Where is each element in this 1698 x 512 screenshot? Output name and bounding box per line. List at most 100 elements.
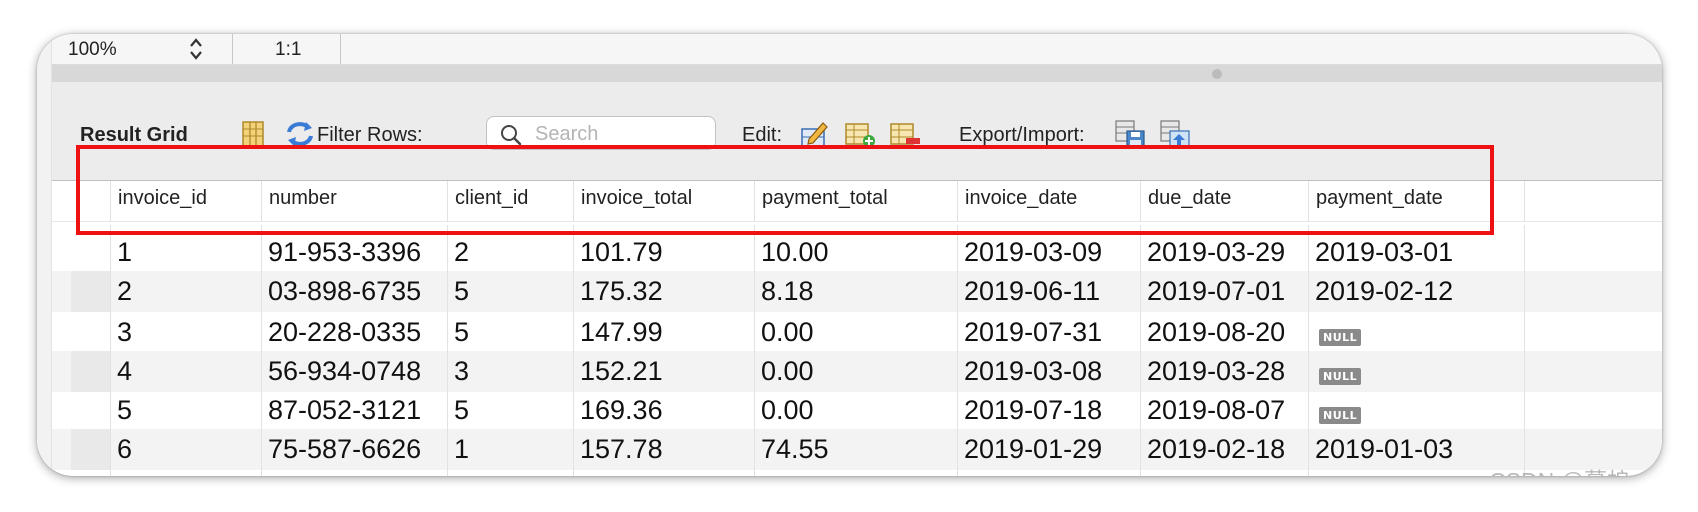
null-badge: NULL [1319,407,1362,424]
export-import-label: Export/Import: [959,124,1085,146]
cell-invoice-total[interactable]: 101.79 [573,225,754,271]
cell-invoice-date[interactable]: 2019-07-18 [957,390,1140,431]
column-header-number[interactable]: number [261,181,447,221]
cell-payment-total[interactable]: 0.00 [754,312,957,353]
status-bar: 100% 1:1 [52,34,1662,65]
zoom-level[interactable]: 100% [68,39,117,61]
grid-columns-icon[interactable] [237,119,269,149]
row-selector[interactable] [71,468,111,476]
splitter-handle[interactable] [1212,69,1222,79]
cell-invoice-date[interactable]: 2019-07-31 [957,312,1140,353]
cell-invoice-id[interactable]: 2 [110,271,261,312]
table-row[interactable]: 6 75-587-6626 1 157.78 74.55 2019-01-29 2019-0… [52,429,1662,470]
cell-invoice-total[interactable]: 147.99 [573,312,754,353]
filter-search-box[interactable] [486,116,716,150]
empty-cell [1524,390,1662,431]
row-selector[interactable] [71,390,111,431]
cell-payment-total[interactable]: 0.00 [754,468,957,476]
cell-payment-total[interactable]: 74.55 [754,429,957,470]
cell-due-date[interactable]: 2019-07-01 [1140,271,1308,312]
cell-number[interactable]: 91-953-3396 [261,225,447,271]
table-row[interactable]: 2 03-898-6735 5 175.32 8.18 2019-06-11 2019-07… [52,271,1662,312]
cell-due-date[interactable]: 2019-02-18 [1140,429,1308,470]
result-grid[interactable]: invoice_id number client_id invoice_tota… [52,181,1662,476]
empty-cell [1524,312,1662,353]
edit-row-icon[interactable] [799,119,831,149]
add-row-icon[interactable] [844,119,876,149]
cell-invoice-id[interactable]: 3 [110,312,261,353]
cell-invoice-id[interactable]: 4 [110,351,261,392]
cell-due-date[interactable]: 2019-03-28 [1140,351,1308,392]
table-row[interactable]: 4 56-934-0748 3 152.21 0.00 2019-03-08 2019-03… [52,351,1662,392]
cell-invoice-date[interactable]: 2019-09-04 [957,468,1140,476]
cell-number[interactable]: 75-587-6626 [261,429,447,470]
column-header-payment-date[interactable]: payment_date [1308,181,1524,221]
cell-client-id[interactable]: 2 [447,225,573,271]
column-header-invoice-id[interactable]: invoice_id [110,181,261,221]
empty-cell [1524,225,1662,271]
cell-payment-total[interactable]: 0.00 [754,390,957,431]
cell-number[interactable]: 20-228-0335 [261,312,447,353]
column-header-payment-total[interactable]: payment_total [754,181,957,221]
cell-invoice-date[interactable]: 2019-01-29 [957,429,1140,470]
refresh-icon[interactable] [284,119,316,149]
cell-client-id[interactable]: 5 [447,390,573,431]
zoom-stepper-icon[interactable] [186,36,206,62]
result-toolbar: Result Grid Filter Rows: Edit: [52,82,1662,181]
cell-invoice-total[interactable]: 175.32 [573,271,754,312]
cell-invoice-date[interactable]: 2019-03-09 [957,225,1140,271]
cell-number[interactable]: 87-052-3121 [261,390,447,431]
table-row[interactable]: 5 87-052-3121 5 169.36 0.00 2019-07-18 2019-08… [52,390,1662,431]
import-icon[interactable] [1159,119,1191,149]
empty-cell [1524,271,1662,312]
cell-payment-date[interactable]: NULL [1308,351,1524,392]
cell-due-date[interactable]: 2019-08-20 [1140,312,1308,353]
row-selector[interactable] [71,312,111,353]
cell-invoice-date[interactable]: 2019-03-08 [957,351,1140,392]
cell-due-date[interactable]: 2019-08-07 [1140,390,1308,431]
cell-invoice-total[interactable]: 157.78 [573,429,754,470]
cell-due-date[interactable]: 2019-09-24 [1140,468,1308,476]
cell-payment-date[interactable]: 2019-03-01 [1308,225,1524,271]
row-selector[interactable] [71,351,111,392]
cell-number[interactable]: 03-898-6735 [261,271,447,312]
cell-invoice-id[interactable]: 7 [110,468,261,476]
cell-payment-date[interactable]: NULL [1308,390,1524,431]
cell-invoice-total[interactable]: 152.21 [573,351,754,392]
cell-client-id[interactable]: 1 [447,429,573,470]
row-selector[interactable] [71,225,111,271]
cell-payment-date[interactable]: 2019-02-12 [1308,271,1524,312]
cell-invoice-id[interactable]: 1 [110,225,261,271]
search-input[interactable] [533,121,707,147]
row-selector[interactable] [71,271,111,312]
cell-invoice-id[interactable]: 6 [110,429,261,470]
cell-due-date[interactable]: 2019-03-29 [1140,225,1308,271]
divider [340,34,341,64]
cell-payment-total[interactable]: 10.00 [754,225,957,271]
panel-splitter[interactable] [52,65,1662,82]
null-badge: NULL [1319,329,1362,346]
table-row[interactable]: 768-093-98633133.870.002019-09-042019-09… [52,468,1662,476]
cell-invoice-total[interactable]: 169.36 [573,390,754,431]
export-icon[interactable] [1114,119,1146,149]
cell-number[interactable]: 56-934-0748 [261,351,447,392]
column-header-invoice-date[interactable]: invoice_date [957,181,1140,221]
cell-client-id[interactable]: 3 [447,468,573,476]
cell-payment-total[interactable]: 8.18 [754,271,957,312]
cell-client-id[interactable]: 5 [447,312,573,353]
cell-client-id[interactable]: 3 [447,351,573,392]
column-header-due-date[interactable]: due_date [1140,181,1308,221]
cell-invoice-date[interactable]: 2019-06-11 [957,271,1140,312]
cell-invoice-total[interactable]: 133.87 [573,468,754,476]
column-header-client-id[interactable]: client_id [447,181,573,221]
table-row[interactable]: 1 91-953-3396 2 101.79 10.00 2019-03-09 2019-0… [52,225,1662,271]
cell-client-id[interactable]: 5 [447,271,573,312]
column-header-invoice-total[interactable]: invoice_total [573,181,754,221]
cell-number[interactable]: 68-093-9863 [261,468,447,476]
cell-payment-total[interactable]: 0.00 [754,351,957,392]
cell-payment-date[interactable]: NULL [1308,312,1524,353]
delete-row-icon[interactable] [889,119,921,149]
table-row[interactable]: 3 20-228-0335 5 147.99 0.00 2019-07-31 2019-08… [52,312,1662,353]
row-selector[interactable] [71,429,111,470]
cell-invoice-id[interactable]: 5 [110,390,261,431]
